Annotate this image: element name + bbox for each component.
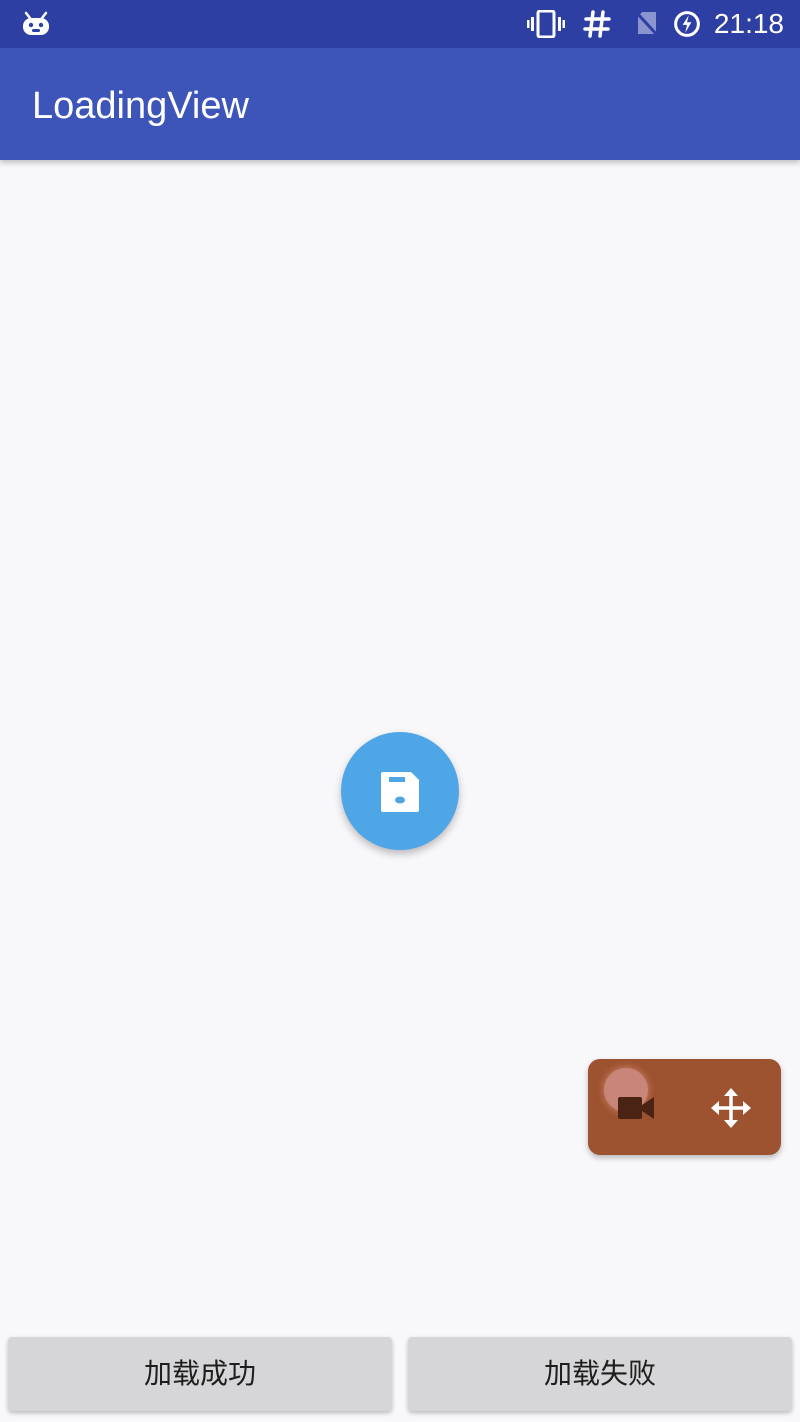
floating-record-panel[interactable]: [588, 1059, 781, 1155]
no-sim-icon: [634, 10, 660, 38]
android-notification-icon: [23, 11, 49, 35]
app-bar: LoadingView: [0, 48, 800, 160]
page-title: LoadingView: [32, 85, 249, 127]
load-fail-button[interactable]: 加载失败: [408, 1337, 792, 1411]
loading-indicator: [341, 732, 459, 850]
camera-icon[interactable]: [618, 1095, 656, 1121]
hash-icon: [583, 10, 611, 38]
move-icon[interactable]: [711, 1088, 751, 1128]
status-bar: 21:18: [0, 0, 800, 48]
status-time: 21:18: [713, 8, 784, 39]
vibrate-icon: [527, 10, 565, 38]
battery-charging-icon: [674, 11, 700, 37]
save-icon: [381, 772, 419, 812]
load-success-button[interactable]: 加载成功: [8, 1337, 392, 1411]
